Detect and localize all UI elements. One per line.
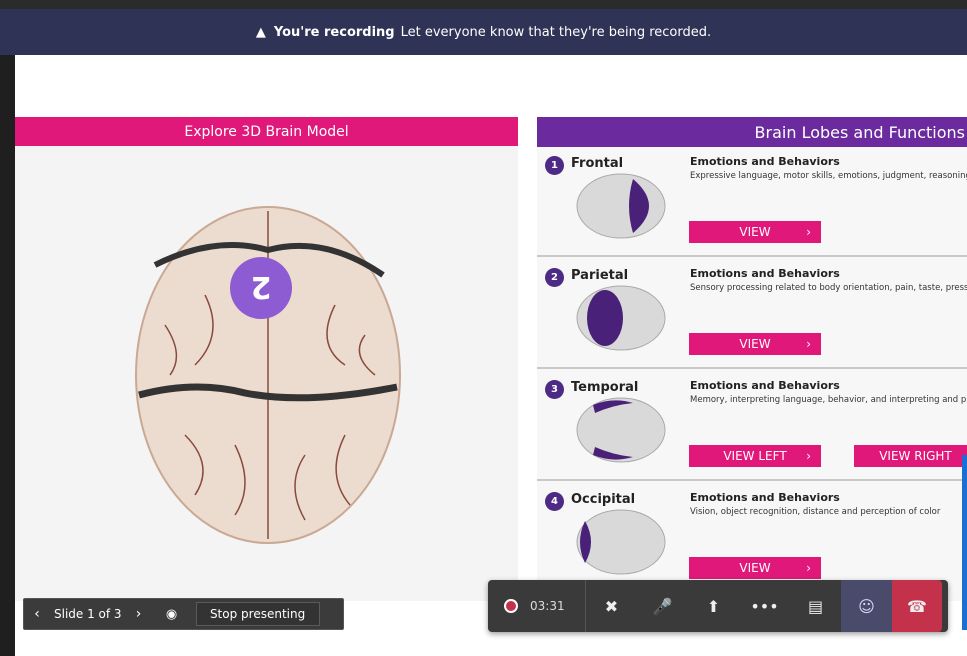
lobe-function-desc: Sensory processing related to body orien… (690, 283, 967, 293)
lobe-number: 3 (545, 380, 564, 399)
meeting-controls: 03:31 ✖ 🎤 ⬆ ••• ▤ ☺ ☎ (488, 580, 948, 632)
recording-indicator: 03:31 (488, 580, 586, 632)
hang-up-icon[interactable]: ☎ (892, 580, 942, 632)
recording-message: Let everyone know that they're being rec… (400, 24, 712, 40)
lobe-function-desc: Vision, object recognition, distance and… (690, 507, 941, 517)
lobe-row-parietal: 2 Parietal Emotions and Behaviors Sensor… (537, 259, 967, 369)
view-button-label: VIEW (739, 337, 771, 351)
lobe-function-title: Emotions and Behaviors (690, 155, 840, 168)
chevron-right-icon[interactable]: › (126, 606, 152, 622)
lobe-function-title: Emotions and Behaviors (690, 491, 840, 504)
lobe-name: Occipital (571, 492, 636, 507)
lobe-name: Temporal (571, 380, 639, 395)
stop-presenting-button[interactable]: Stop presenting (195, 602, 320, 626)
lobe-function-title: Emotions and Behaviors (690, 267, 840, 280)
view-button[interactable]: VIEW › (689, 557, 821, 579)
view-right-button[interactable]: VIEW RIGHT (854, 445, 967, 467)
lobe-name: Frontal (571, 156, 624, 171)
view-left-button[interactable]: VIEW LEFT › (689, 445, 821, 467)
slide-counter: Slide 1 of 3 (54, 607, 122, 621)
recording-title: You're recording (273, 24, 395, 40)
chevron-right-icon: › (806, 337, 811, 351)
occipital-lobe-diagram (576, 509, 666, 575)
frontal-lobe-diagram (576, 173, 666, 239)
view-right-label: VIEW RIGHT (879, 449, 952, 463)
lobe-number: 4 (545, 492, 564, 511)
brain-model-panel: Explore 3D Brain Model 2 ‹ Slide 1 of 3 … (15, 117, 518, 630)
title-bar (0, 0, 967, 9)
lobe-number: 1 (545, 156, 564, 175)
record-icon (504, 599, 518, 613)
brain-model-header: Explore 3D Brain Model (15, 117, 518, 146)
more-icon[interactable]: ••• (739, 580, 790, 632)
lobe-row-occipital: 4 Occipital Emotions and Behaviors Visio… (537, 483, 967, 593)
eye-icon[interactable]: ◉ (152, 607, 192, 622)
recording-banner: ▲ You're recording Let everyone know tha… (0, 9, 967, 55)
chat-icon[interactable]: ▤ (790, 580, 841, 632)
brain-3d-model[interactable]: 2 (135, 205, 401, 545)
lobe-row-temporal: 3 Temporal Emotions and Behaviors Memory… (537, 371, 967, 481)
lobe-number: 2 (545, 268, 564, 287)
lobe-function-title: Emotions and Behaviors (690, 379, 840, 392)
view-button-label: VIEW (739, 225, 771, 239)
temporal-lobe-diagram (576, 397, 666, 463)
brain-lobes-panel: Brain Lobes and Functions 1 Frontal Emot… (537, 117, 967, 601)
parietal-lobe-diagram (576, 285, 666, 351)
lobe-row-frontal: 1 Frontal Emotions and Behaviors Express… (537, 147, 967, 257)
microphone-icon[interactable]: 🎤 (637, 580, 688, 632)
chevron-left-icon[interactable]: ‹ (24, 606, 50, 622)
camera-off-icon[interactable]: ✖ (586, 580, 637, 632)
recording-timer: 03:31 (530, 599, 565, 613)
lobe-function-desc: Expressive language, motor skills, emoti… (690, 171, 967, 181)
chevron-right-icon: › (806, 561, 811, 575)
chevron-right-icon: › (806, 225, 811, 239)
shared-presentation: Explore 3D Brain Model 2 ‹ Slide 1 of 3 … (15, 55, 967, 656)
participant-tile-edge (962, 455, 967, 630)
brain-lobes-header: Brain Lobes and Functions (537, 117, 967, 147)
presenter-toolbar: ‹ Slide 1 of 3 › ◉ Stop presenting (23, 598, 344, 630)
warning-triangle-icon: ▲ (255, 24, 266, 40)
view-left-label: VIEW LEFT (723, 449, 787, 463)
lobe-name: Parietal (571, 268, 629, 283)
lobe-function-desc: Memory, interpreting language, behavior,… (690, 395, 967, 405)
view-button[interactable]: VIEW › (689, 333, 821, 355)
view-button-label: VIEW (739, 561, 771, 575)
people-icon[interactable]: ☺ (841, 580, 892, 632)
brain-marker-label: 2 (251, 269, 272, 304)
teams-meeting-window: ▲ You're recording Let everyone know tha… (0, 0, 967, 656)
chevron-right-icon: › (806, 449, 811, 463)
share-screen-icon[interactable]: ⬆ (688, 580, 739, 632)
view-button[interactable]: VIEW › (689, 221, 821, 243)
